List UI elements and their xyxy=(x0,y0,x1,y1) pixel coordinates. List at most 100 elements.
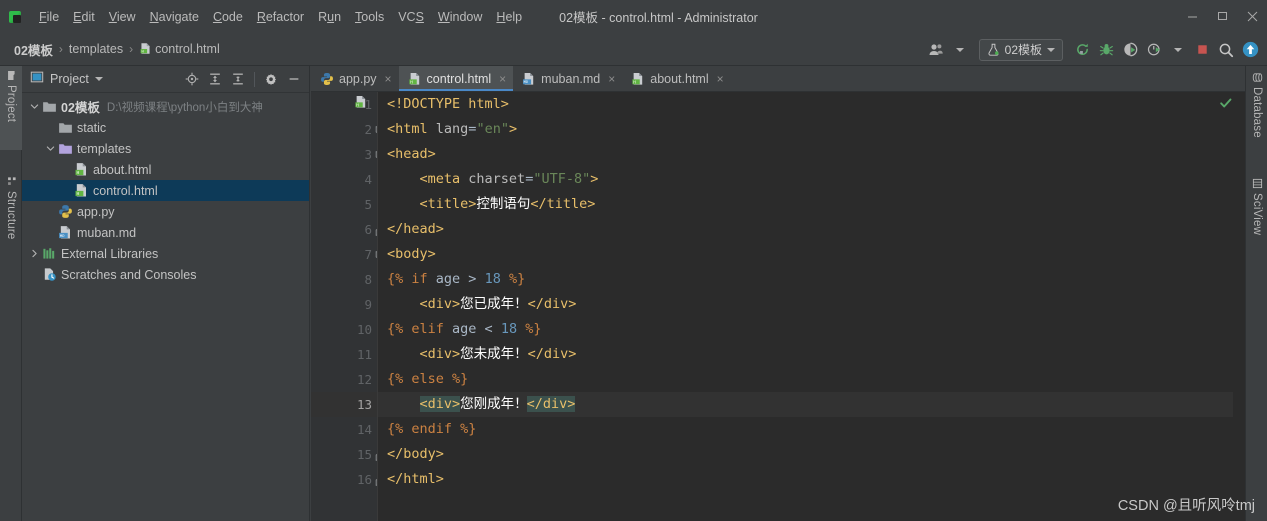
code-line[interactable]: </html> xyxy=(378,467,1245,492)
chevron-down-icon[interactable] xyxy=(1047,47,1055,52)
tree-item-templates[interactable]: templates xyxy=(22,138,309,159)
close-icon[interactable] xyxy=(1237,5,1267,29)
line-number[interactable]: 3 xyxy=(311,142,386,167)
code-line[interactable]: {% else %} xyxy=(378,367,1245,392)
tree-item-label: control.html xyxy=(93,183,158,198)
editor-scrollbar[interactable] xyxy=(1233,92,1245,521)
arrow-up-circle-icon[interactable] xyxy=(1239,39,1261,61)
code-line[interactable]: <html lang="en"> xyxy=(378,117,1245,142)
collapse-all-icon[interactable] xyxy=(227,68,249,90)
code-line[interactable]: <title>控制语句</title> xyxy=(378,192,1245,217)
profile-dropdown-icon[interactable] xyxy=(1167,39,1189,61)
code-editor[interactable]: 1 H 2 3 4 5 6 7 8 9 10 11 12 13 14 15 16 <!DOCTYPE html>… xyxy=(311,92,1245,521)
people-dropdown-icon[interactable] xyxy=(949,39,971,61)
menu-navigate[interactable]: Navigate xyxy=(143,8,206,26)
maximize-icon[interactable] xyxy=(1207,5,1237,29)
code-line[interactable]: <head> xyxy=(378,142,1245,167)
line-number[interactable]: 10 xyxy=(311,317,377,342)
sidebar-item-project[interactable]: Project xyxy=(0,66,22,150)
tree-item-02-[interactable]: 02模板 D:\视频课程\python小白到大神 xyxy=(22,96,309,117)
run-configuration-selector[interactable]: 02模板 xyxy=(978,38,1063,61)
tree-item-muban-md[interactable]: MD muban.md xyxy=(22,222,309,243)
line-number[interactable]: 9 xyxy=(311,292,377,317)
line-number[interactable]: 4 xyxy=(311,167,377,192)
gear-icon[interactable] xyxy=(260,68,282,90)
sidebar-item-database[interactable]: Database xyxy=(1246,68,1267,160)
close-icon[interactable]: × xyxy=(499,72,506,86)
code-line[interactable]: {% endif %} xyxy=(378,417,1245,442)
line-number[interactable]: 11 xyxy=(311,342,377,367)
project-tree[interactable]: 02模板 D:\视频课程\python小白到大神 static templates Ha… xyxy=(22,93,309,521)
line-number[interactable]: 2 xyxy=(311,117,386,142)
breadcrumb-item-2[interactable]: Hcontrol.html xyxy=(135,42,224,56)
code-line[interactable]: <div>您未成年！</div> xyxy=(378,342,1245,367)
rerun-icon[interactable] xyxy=(1071,39,1093,61)
line-number[interactable]: 16 xyxy=(311,467,386,492)
menu-refactor[interactable]: Refactor xyxy=(250,8,311,26)
menu-file[interactable]: File xyxy=(32,8,66,26)
tree-item-scratches-and-consoles[interactable]: Scratches and Consoles xyxy=(22,264,309,285)
code-content[interactable]: <!DOCTYPE html> <html lang="en"> <head> <m… xyxy=(377,92,1245,521)
tree-item-app-py[interactable]: app.py xyxy=(22,201,309,222)
minimize-icon[interactable] xyxy=(1177,5,1207,29)
close-icon[interactable]: × xyxy=(717,72,724,86)
code-line[interactable]: {% elif age < 18 %} xyxy=(378,317,1245,342)
code-line[interactable]: <meta charset="UTF-8"> xyxy=(378,167,1245,192)
tree-item-static[interactable]: static xyxy=(22,117,309,138)
bug-icon[interactable] xyxy=(1095,39,1117,61)
chevron-down-icon[interactable] xyxy=(28,102,41,111)
line-number[interactable]: 12 xyxy=(311,367,377,392)
line-number[interactable]: 7 xyxy=(311,242,386,267)
menu-view[interactable]: View xyxy=(102,8,143,26)
menu-help[interactable]: Help xyxy=(489,8,529,26)
tab-control-html[interactable]: Hcontrol.html × xyxy=(398,66,514,91)
tree-item-control-html[interactable]: Hcontrol.html xyxy=(22,180,309,201)
coverage-icon[interactable] xyxy=(1119,39,1141,61)
sidebar-item-structure[interactable]: Structure xyxy=(0,172,22,264)
chevron-down-icon[interactable] xyxy=(44,144,57,153)
profile-icon[interactable] xyxy=(1143,39,1165,61)
line-number[interactable]: 8 xyxy=(311,267,377,292)
expand-all-icon[interactable] xyxy=(204,68,226,90)
line-number[interactable]: 6 xyxy=(311,217,386,242)
line-number[interactable]: 1H xyxy=(311,92,377,117)
tree-item-external-libraries[interactable]: External Libraries xyxy=(22,243,309,264)
code-line[interactable]: <div>您已成年！</div> xyxy=(378,292,1245,317)
code-token: endif xyxy=(411,421,453,437)
stop-square-icon[interactable] xyxy=(1191,39,1213,61)
line-number[interactable]: 15 xyxy=(311,442,386,467)
tab-muban-md[interactable]: MD muban.md × xyxy=(513,66,622,91)
inspection-status-icon[interactable] xyxy=(1219,96,1233,114)
menu-vcs[interactable]: VCS xyxy=(391,8,431,26)
code-line[interactable]: <body> xyxy=(378,242,1245,267)
people-icon[interactable] xyxy=(925,39,947,61)
menu-window[interactable]: Window xyxy=(431,8,489,26)
tab-app-py[interactable]: app.py × xyxy=(311,66,399,91)
breadcrumb-item-1[interactable]: templates xyxy=(65,42,127,56)
code-line[interactable]: {% if age > 18 %} xyxy=(378,267,1245,292)
tab-about-html[interactable]: Habout.html × xyxy=(622,66,730,91)
code-line[interactable]: </body> xyxy=(378,442,1245,467)
tree-item-about-html[interactable]: Habout.html xyxy=(22,159,309,180)
line-number[interactable]: 13 xyxy=(311,392,377,417)
close-icon[interactable]: × xyxy=(385,72,392,86)
code-line[interactable]: </head> xyxy=(378,217,1245,242)
code-line[interactable]: <!DOCTYPE html> xyxy=(378,92,1245,117)
line-number[interactable]: 5 xyxy=(311,192,377,217)
chevron-down-icon[interactable] xyxy=(94,77,103,81)
sidebar-item-sciview[interactable]: SciView xyxy=(1246,174,1267,258)
code-line[interactable]: <div>您刚成年！</div> xyxy=(378,392,1245,417)
breadcrumb-separator: › xyxy=(129,42,134,56)
menu-tools[interactable]: Tools xyxy=(348,8,391,26)
menu-code[interactable]: Code xyxy=(206,8,250,26)
menu-run[interactable]: Run xyxy=(311,8,348,26)
minus-icon[interactable] xyxy=(283,68,305,90)
chevron-right-icon[interactable] xyxy=(28,249,41,258)
target-icon[interactable] xyxy=(181,68,203,90)
breadcrumb-item-0[interactable]: 02模板 xyxy=(10,40,57,59)
menu-edit[interactable]: Edit xyxy=(66,8,102,26)
magnifier-icon[interactable] xyxy=(1215,39,1237,61)
line-number-gutter[interactable]: 1 H 2 3 4 5 6 7 8 9 10 11 12 13 14 15 16 xyxy=(311,92,386,521)
close-icon[interactable]: × xyxy=(608,72,615,86)
line-number[interactable]: 14 xyxy=(311,417,377,442)
